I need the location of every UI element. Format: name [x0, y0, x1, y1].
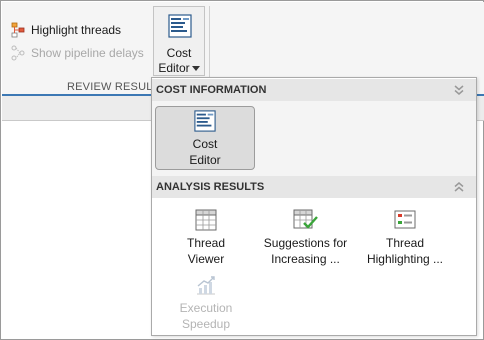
collapse-chevron-icon: [454, 182, 464, 192]
chevron-down-icon: [191, 66, 200, 72]
thread-highlighting-icon: [394, 210, 416, 229]
cost-editor-label-line1: Cost: [166, 46, 192, 60]
expand-chevron-icon: [454, 85, 464, 95]
cost-editor-icon: [194, 110, 216, 132]
cost-information-title: COST INFORMATION: [156, 84, 267, 96]
app-window: Highlight threads Show pipeline delays C…: [0, 0, 484, 340]
gallery-item-suggestions-for-increasing[interactable]: Suggestions for Increasing ...: [258, 209, 353, 267]
suggestions-label-line1: Suggestions for: [263, 236, 348, 250]
cost-editor-gallery-popup: COST INFORMATION Cost Editor ANALYSIS RE…: [151, 77, 477, 336]
pipeline-delays-icon: [11, 45, 25, 61]
analysis-results-header[interactable]: ANALYSIS RESULTS: [152, 176, 476, 198]
execution-speedup-icon: [197, 276, 215, 295]
show-pipeline-delays-label: Show pipeline delays: [31, 46, 144, 60]
execution-speedup-label-line2: Speedup: [181, 317, 231, 331]
highlight-threads-icon: [11, 22, 25, 38]
gallery-item-label-line2: Editor: [189, 153, 221, 167]
highlight-threads-label: Highlight threads: [31, 23, 122, 37]
thread-viewer-label-line1: Thread: [186, 236, 226, 250]
thread-highlighting-label-line2: Highlighting ...: [366, 252, 444, 266]
show-pipeline-delays-button[interactable]: Show pipeline delays: [10, 45, 144, 61]
gallery-item-execution-speedup[interactable]: Execution Speedup: [166, 274, 246, 332]
execution-speedup-label-line1: Execution: [179, 301, 233, 315]
suggestions-label-line2: Increasing ...: [271, 252, 340, 266]
gallery-item-thread-highlighting[interactable]: Thread Highlighting ...: [364, 209, 446, 267]
thread-viewer-icon: [195, 209, 217, 231]
gallery-item-label-line1: Cost: [192, 137, 218, 151]
cost-information-header[interactable]: COST INFORMATION: [152, 79, 476, 101]
gallery-item-thread-viewer[interactable]: Thread Viewer: [166, 209, 246, 267]
cost-editor-label-line2: Editor: [154, 61, 204, 75]
highlight-threads-button[interactable]: Highlight threads: [10, 22, 121, 38]
thread-highlighting-label-line1: Thread: [385, 236, 425, 250]
cost-editor-dropdown-button[interactable]: Cost Editor: [153, 6, 205, 76]
thread-viewer-label-line2: Viewer: [187, 252, 225, 266]
analysis-results-title: ANALYSIS RESULTS: [156, 181, 265, 193]
gallery-item-cost-editor[interactable]: Cost Editor: [155, 106, 255, 170]
suggestions-icon: [293, 209, 318, 229]
cost-editor-icon: [168, 14, 192, 38]
